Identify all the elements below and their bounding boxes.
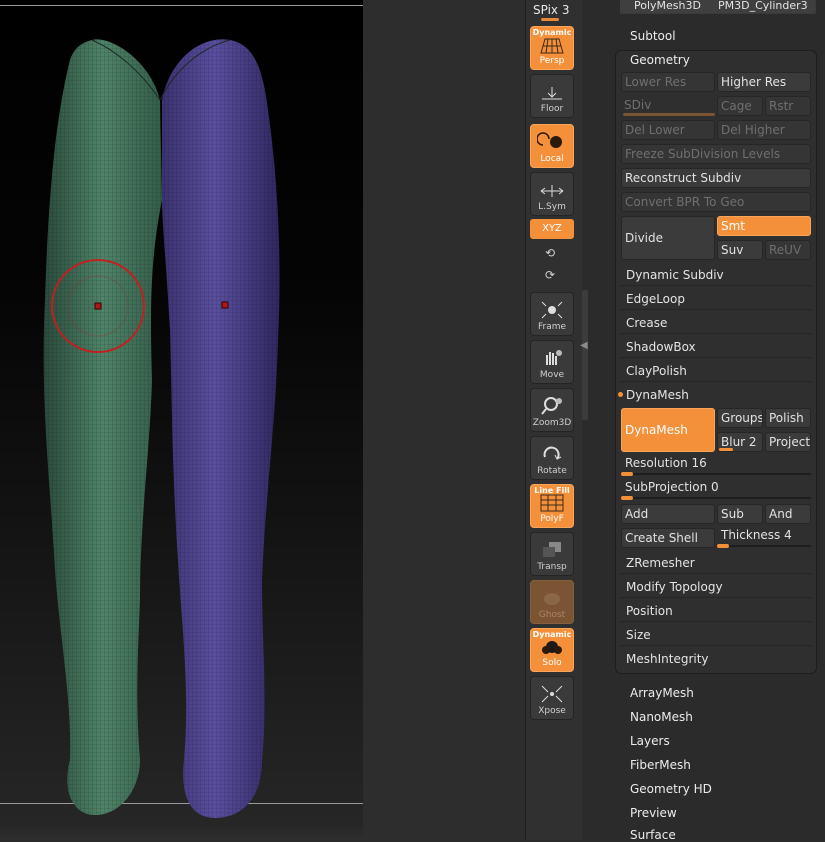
fibermesh-header[interactable]: FiberMesh <box>630 758 691 772</box>
polymesh3d-thumb-label[interactable]: PolyMesh3D <box>620 0 726 13</box>
rotate-icon <box>543 446 562 460</box>
claypolish-item[interactable]: ClayPolish <box>620 360 813 382</box>
shelf-scrollbar[interactable] <box>582 290 588 420</box>
resolution-track[interactable] <box>621 473 811 475</box>
edgeloop-item[interactable]: EdgeLoop <box>620 288 813 310</box>
thickness-slider[interactable]: Thickness 4 <box>721 528 792 542</box>
frame-button[interactable]: Frame <box>530 292 574 336</box>
zoom-magnifier-icon <box>541 397 562 415</box>
divide-button[interactable]: Divide <box>621 216 715 260</box>
nanomesh-header[interactable]: NanoMesh <box>630 710 693 724</box>
xyz-button[interactable]: XYZ <box>530 219 574 239</box>
ghost-icon <box>544 593 560 605</box>
transp-button[interactable]: Transp <box>530 532 574 576</box>
size-item[interactable]: Size <box>620 624 813 646</box>
cage-button[interactable]: Cage <box>717 96 763 116</box>
reuv-toggle[interactable]: ReUV <box>765 240 811 260</box>
legs-model <box>43 39 280 819</box>
collapse-arrow-icon[interactable]: ◀ <box>580 340 588 351</box>
frame-icon <box>541 301 563 319</box>
crease-item[interactable]: Crease <box>620 312 813 334</box>
smt-toggle[interactable]: Smt <box>717 216 811 236</box>
rotate-z-icon[interactable]: ⟳ <box>545 268 555 282</box>
create-shell-button[interactable]: Create Shell <box>621 528 715 548</box>
thickness-fill <box>717 544 729 548</box>
convert-bpr-button[interactable]: Convert BPR To Geo <box>621 192 811 212</box>
rotate-button[interactable]: Rotate <box>530 436 574 480</box>
arraymesh-header[interactable]: ArrayMesh <box>630 686 694 700</box>
modify-topology-item[interactable]: Modify Topology <box>620 576 813 598</box>
del-lower-button[interactable]: Del Lower <box>621 120 715 140</box>
gutter <box>363 0 525 840</box>
reconstruct-subdiv-button[interactable]: Reconstruct Subdiv <box>621 168 811 188</box>
ghost-button[interactable]: Ghost <box>530 580 574 624</box>
geometry-header[interactable]: Geometry <box>630 53 690 67</box>
shadowbox-item[interactable]: ShadowBox <box>620 336 813 358</box>
lower-res-button[interactable]: Lower Res <box>621 72 715 92</box>
dynamesh-button[interactable]: DynaMesh <box>621 408 715 452</box>
rstr-button[interactable]: Rstr <box>765 96 811 116</box>
symmetry-point <box>221 301 229 309</box>
dynamesh-section-header[interactable]: DynaMesh <box>620 384 813 406</box>
freeze-subdiv-button[interactable]: Freeze SubDivision Levels <box>621 144 811 164</box>
del-higher-button[interactable]: Del Higher <box>717 120 811 140</box>
and-button[interactable]: And <box>765 504 811 524</box>
resolution-fill <box>621 472 633 476</box>
groups-toggle[interactable]: Groups <box>717 408 763 428</box>
lsym-button[interactable]: L.Sym <box>530 172 574 216</box>
persp-dynamic-label: Dynamic <box>532 28 572 37</box>
lsym-icon <box>540 185 564 197</box>
subtool-header[interactable]: Subtool <box>630 29 676 43</box>
higher-res-button[interactable]: Higher Res <box>717 72 811 92</box>
dynamic-subdiv-item[interactable]: Dynamic Subdiv <box>620 264 813 286</box>
local-icon <box>537 132 562 148</box>
sdiv-slider-track[interactable] <box>623 113 715 116</box>
geometry-hd-header[interactable]: Geometry HD <box>630 782 712 796</box>
xpose-button[interactable]: Xpose <box>530 676 574 720</box>
blur-slider-fill <box>719 448 733 451</box>
thickness-track[interactable] <box>717 545 811 547</box>
solo-dynamic-label: Dynamic <box>532 630 572 639</box>
move-button[interactable]: Move <box>530 340 574 384</box>
current-tool-name[interactable]: PM3D_Cylinder3 <box>716 0 815 13</box>
position-item[interactable]: Position <box>620 600 813 622</box>
move-hand-icon <box>546 350 562 365</box>
polyf-button[interactable]: Line Fill PolyF <box>530 484 574 528</box>
persp-button[interactable]: Dynamic Persp <box>530 26 574 70</box>
spix-label[interactable]: SPix 3 <box>533 3 569 17</box>
spix-slider[interactable] <box>541 18 559 21</box>
transparency-icon <box>543 542 561 557</box>
solo-button[interactable]: Dynamic Solo <box>530 628 574 672</box>
sub-button[interactable]: Sub <box>717 504 763 524</box>
xpose-icon <box>541 685 563 703</box>
zremesher-item[interactable]: ZRemesher <box>620 552 813 574</box>
suv-toggle[interactable]: Suv <box>717 240 763 260</box>
polyf-linefill-label: Line Fill <box>534 486 570 495</box>
floor-icon <box>542 87 562 100</box>
3d-viewport[interactable] <box>0 0 363 840</box>
subprojection-slider[interactable]: SubProjection 0 <box>625 480 719 494</box>
resolution-slider[interactable]: Resolution 16 <box>625 456 707 470</box>
rotate-y-icon[interactable]: ⟲ <box>545 246 555 260</box>
polish-toggle[interactable]: Polish <box>765 408 811 428</box>
add-button[interactable]: Add <box>621 504 715 524</box>
subprojection-track[interactable] <box>621 497 811 499</box>
layers-header[interactable]: Layers <box>630 734 670 748</box>
subprojection-fill <box>621 496 633 500</box>
floor-button[interactable]: Floor <box>530 74 574 118</box>
preview-header[interactable]: Preview <box>630 806 677 820</box>
project-toggle[interactable]: Project <box>765 432 811 452</box>
meshintegrity-item[interactable]: MeshIntegrity <box>620 648 813 670</box>
local-button[interactable]: Local <box>530 124 574 168</box>
zoom3d-button[interactable]: Zoom3D <box>530 388 574 432</box>
